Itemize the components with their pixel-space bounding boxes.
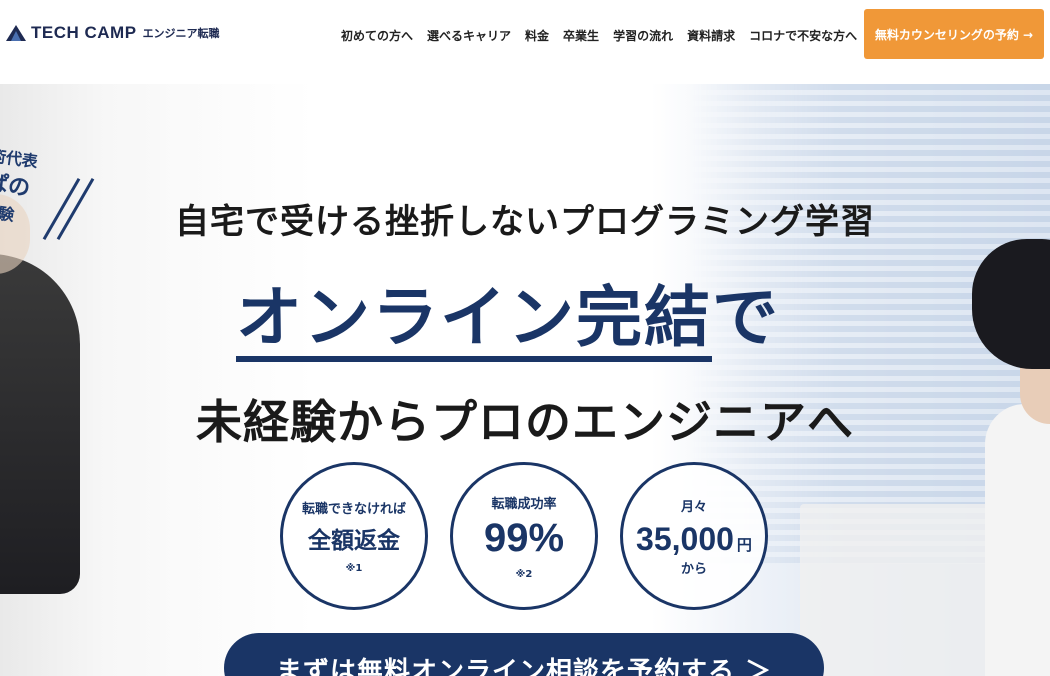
counseling-reservation-button[interactable]: 無料カウンセリングの予約 →	[864, 9, 1044, 59]
site-header: TECH CAMP エンジニア転職 初めての方へ 選べるキャリア 料金 卒業生 …	[0, 0, 1050, 84]
hero-subheadline: 自宅で受ける挫折しないプログラミング学習	[175, 202, 875, 242]
nav-item-careers[interactable]: 選べるキャリア	[427, 26, 511, 46]
nav-item-first-time[interactable]: 初めての方へ	[341, 26, 413, 46]
badge-monthly-price: 月々 35,000 円 から	[620, 462, 768, 610]
nav-item-graduates[interactable]: 卒業生	[563, 26, 599, 46]
nav-item-learning-flow[interactable]: 学習の流れ	[613, 26, 673, 46]
badge-success-rate-top: 転職成功率	[491, 496, 557, 512]
logo[interactable]: TECH CAMP エンジニア転職	[5, 23, 220, 43]
logo-subtext: エンジニア転職	[142, 27, 220, 40]
hero-headline-suffix: で	[712, 279, 780, 356]
badge-price-row: 35,000 円	[636, 517, 752, 558]
badge-refund-note: ※1	[345, 563, 363, 574]
badge-price-main: 35,000	[636, 520, 734, 557]
badge-price-bottom: から	[680, 561, 707, 577]
badge-success-rate: 転職成功率 99% ※2	[450, 462, 598, 610]
nav-item-brochure[interactable]: 資料請求	[687, 26, 735, 46]
badge-refund-top: 転職できなければ	[301, 502, 406, 517]
logo-text: TECH CAMP	[31, 23, 137, 42]
nav-item-pricing[interactable]: 料金	[525, 26, 549, 46]
badge-refund-main: 全額返金	[308, 528, 400, 554]
hero-headline-underlined: オンライン完結	[236, 279, 712, 362]
hero-headline: オンライン完結で	[236, 264, 780, 362]
badge-price-unit: 円	[736, 535, 752, 554]
badge-price-top: 月々	[680, 499, 707, 515]
nav-item-covid[interactable]: コロナで不安な方へ	[749, 26, 857, 46]
free-consultation-button[interactable]: まずは無料オンライン相談を予約する ＞	[224, 633, 824, 676]
badge-success-rate-note: ※2	[515, 568, 533, 580]
logo-triangle-icon	[6, 25, 26, 41]
main-nav: 初めての方へ 選べるキャリア 料金 卒業生 学習の流れ 資料請求 コロナで不安な…	[341, 26, 871, 46]
badge-refund: 転職できなければ 全額返金 ※1	[280, 462, 428, 610]
hero-headline-secondary: 未経験からプロのエンジニアへ	[196, 395, 854, 449]
badge-success-rate-main: 99%	[483, 515, 565, 560]
hero-content: 自宅で受ける挫折しないプログラミング学習 オンライン完結で 未経験からプロのエン…	[0, 84, 1050, 676]
